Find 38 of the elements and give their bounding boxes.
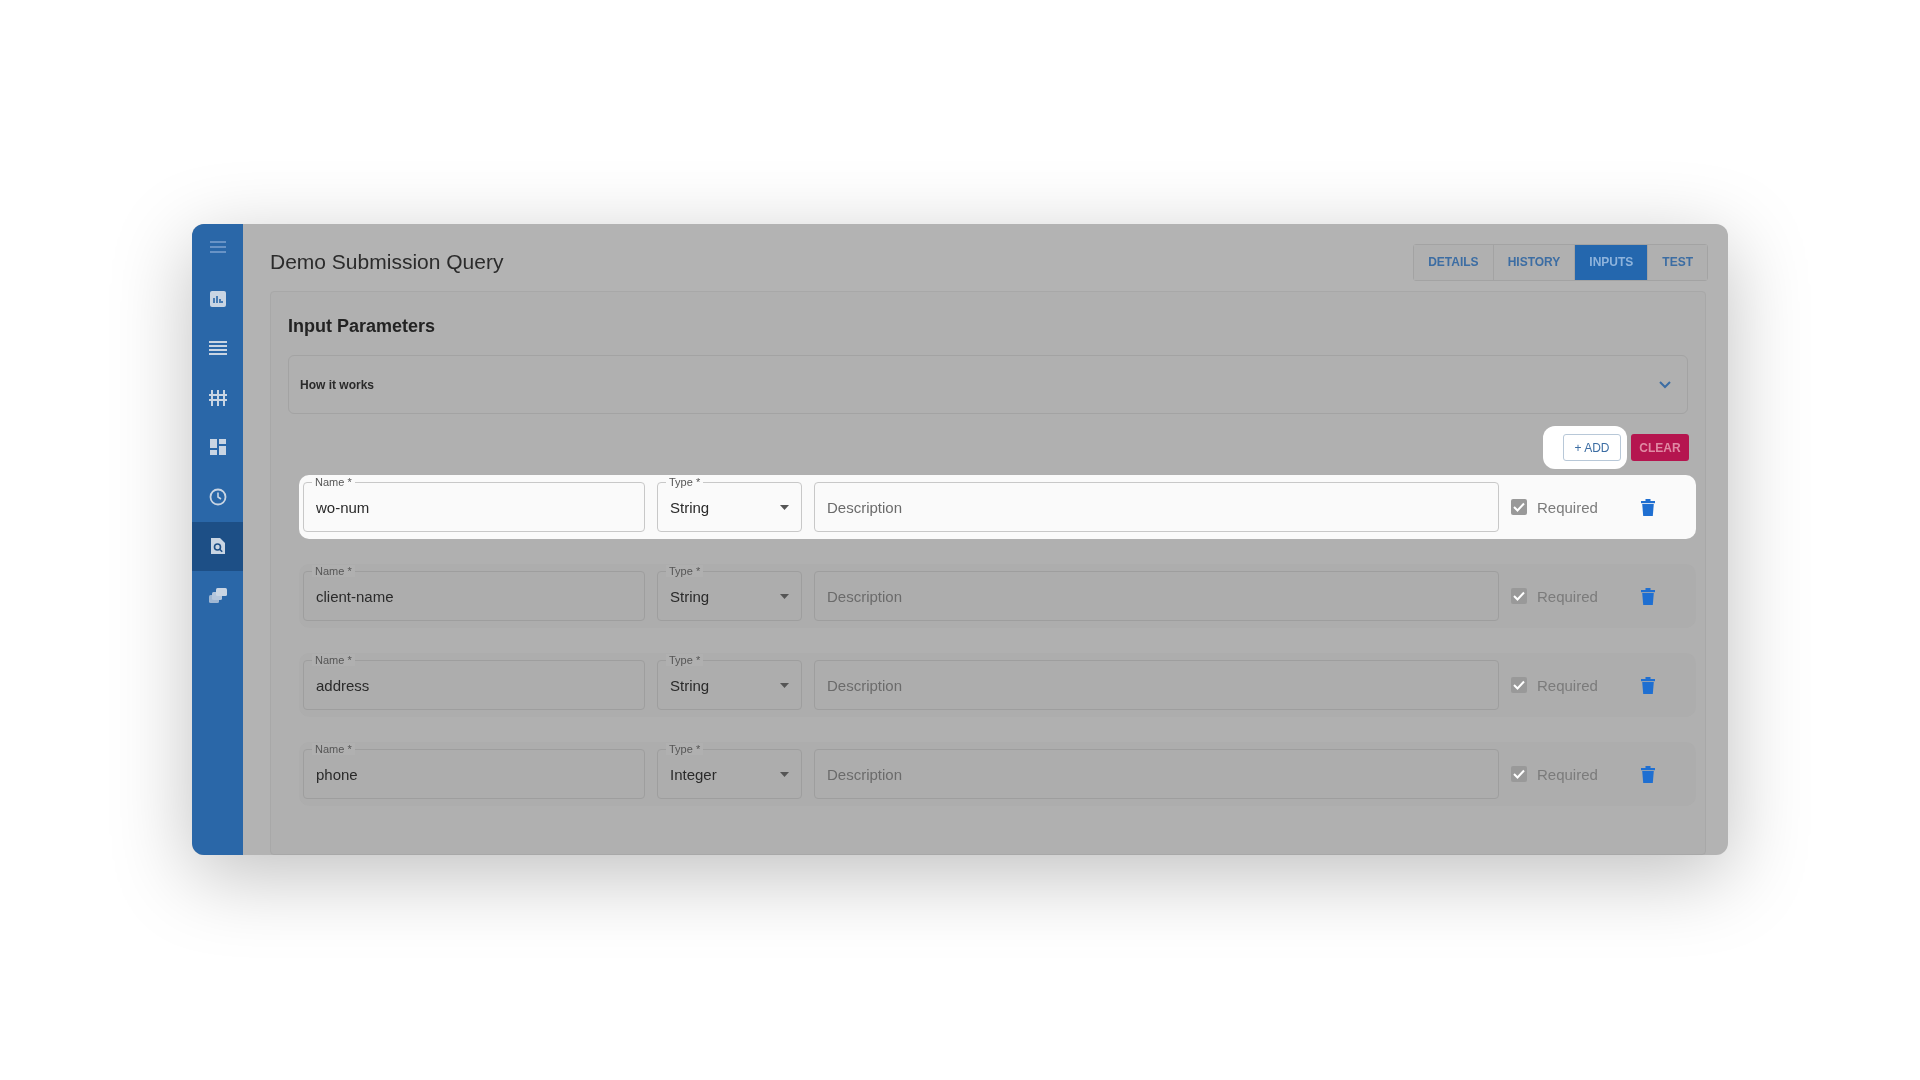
field-label: Name * bbox=[312, 654, 355, 666]
trash-icon[interactable] bbox=[1641, 765, 1655, 783]
document-search-icon bbox=[209, 537, 226, 556]
dropdown-arrow-icon bbox=[780, 771, 789, 777]
add-button[interactable]: + ADD bbox=[1563, 434, 1621, 461]
field-label: Type * bbox=[666, 743, 704, 755]
dropdown-arrow-icon bbox=[780, 682, 789, 688]
trash-icon[interactable] bbox=[1641, 587, 1655, 605]
field-label: Name * bbox=[312, 743, 355, 755]
dropdown-arrow-icon bbox=[780, 504, 789, 510]
description-field[interactable]: Description bbox=[814, 749, 1499, 799]
field-label: Name * bbox=[312, 476, 355, 488]
required-checkbox[interactable]: Required bbox=[1511, 498, 1611, 516]
page-title: Demo Submission Query bbox=[270, 250, 504, 274]
field-label: Type * bbox=[666, 476, 704, 488]
field-label: Type * bbox=[666, 654, 704, 666]
description-field[interactable]: Description bbox=[814, 660, 1499, 710]
tab[interactable]: TEST bbox=[1647, 244, 1707, 280]
description-field[interactable]: Description bbox=[814, 571, 1499, 621]
dashboard-icon bbox=[209, 439, 226, 456]
stacked-cards-icon bbox=[208, 587, 227, 604]
bar-chart-icon bbox=[209, 290, 226, 307]
field-label: Name * bbox=[312, 565, 355, 577]
list-icon bbox=[208, 341, 227, 356]
how-it-works-accordion[interactable]: How it works bbox=[288, 355, 1688, 414]
sliders-icon bbox=[208, 389, 227, 406]
trash-icon[interactable] bbox=[1641, 676, 1655, 694]
trash-icon[interactable] bbox=[1641, 498, 1655, 516]
dropdown-arrow-icon bbox=[780, 593, 789, 599]
clock-icon bbox=[208, 487, 227, 506]
menu-icon bbox=[209, 241, 226, 253]
tab[interactable]: INPUTS bbox=[1574, 244, 1648, 280]
description-field[interactable]: Description bbox=[814, 482, 1499, 532]
chevron-icon bbox=[1659, 380, 1671, 389]
section-title: Input Parameters bbox=[288, 316, 437, 337]
sidebar-search-doc-button[interactable] bbox=[192, 521, 243, 571]
clear-button[interactable]: CLEAR bbox=[1631, 434, 1689, 461]
field-label: Type * bbox=[666, 565, 704, 577]
